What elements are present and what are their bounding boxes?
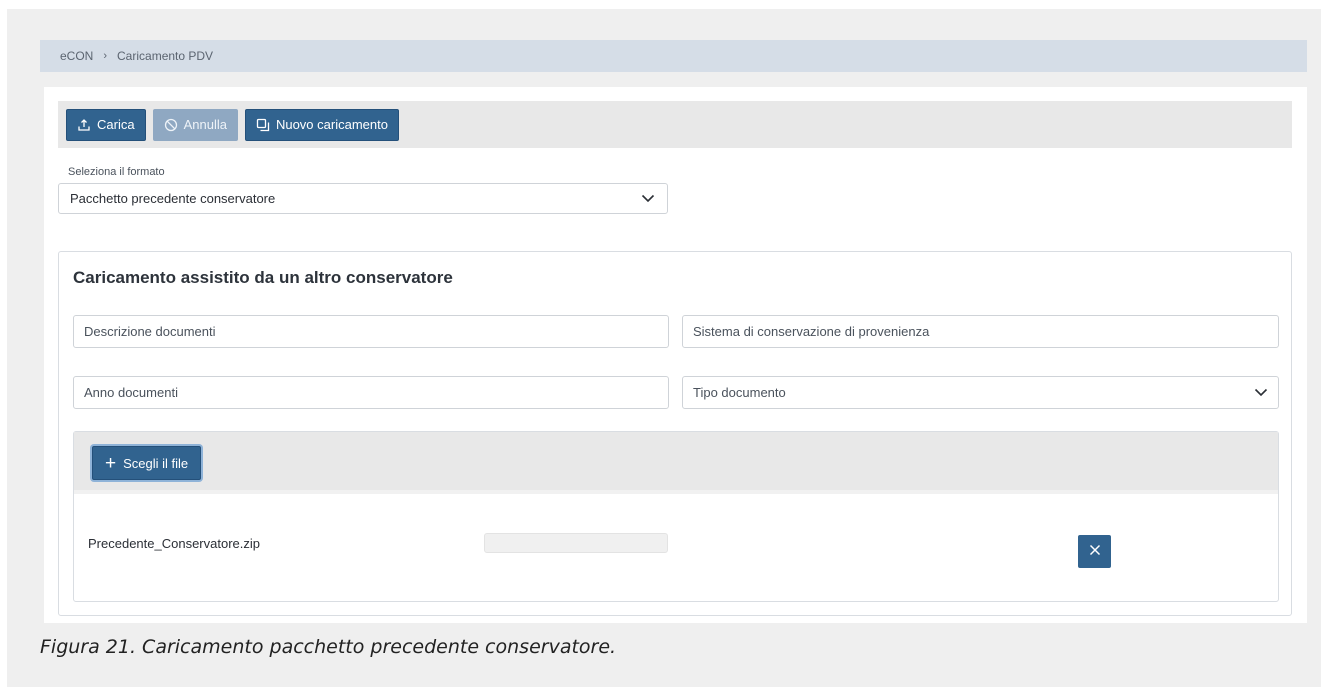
descrizione-placeholder: Descrizione documenti xyxy=(84,324,216,339)
carica-button[interactable]: Carica xyxy=(66,108,146,141)
descrizione-documenti-input[interactable]: Descrizione documenti xyxy=(73,315,669,348)
format-selected-value: Pacchetto precedente conservatore xyxy=(70,191,276,206)
carica-label: Carica xyxy=(97,117,135,132)
cancel-icon xyxy=(164,118,178,132)
file-upload-area: + Scegli il file Precedente_Conservatore… xyxy=(73,431,1279,602)
breadcrumb-current: Caricamento PDV xyxy=(117,49,214,63)
remove-file-button[interactable] xyxy=(1078,535,1111,568)
anno-placeholder: Anno documenti xyxy=(84,385,178,400)
annulla-label: Annulla xyxy=(183,117,227,132)
format-label: Seleziona il formato xyxy=(68,166,165,178)
sistema-conservazione-input[interactable]: Sistema di conservazione di provenienza xyxy=(682,315,1279,348)
chevron-down-icon xyxy=(1254,385,1268,400)
assisted-upload-card: Caricamento assistito da un altro conser… xyxy=(58,251,1292,616)
plus-icon: + xyxy=(105,452,117,474)
toolbar: Carica Annulla Nuovo caricamento xyxy=(58,101,1292,148)
file-name: Precedente_Conservatore.zip xyxy=(88,536,260,551)
upload-progress-bar xyxy=(484,533,668,553)
scegli-file-label: Scegli il file xyxy=(123,455,189,471)
chevron-down-icon xyxy=(641,191,655,206)
nuovo-caricamento-button[interactable]: Nuovo caricamento xyxy=(244,108,399,141)
card-title: Caricamento assistito da un altro conser… xyxy=(73,268,453,287)
copy-icon xyxy=(256,118,270,132)
sistema-placeholder: Sistema di conservazione di provenienza xyxy=(693,324,930,339)
annulla-button[interactable]: Annulla xyxy=(152,108,238,141)
tipo-documento-select[interactable]: Tipo documento xyxy=(682,376,1279,409)
upload-toolbar: + Scegli il file xyxy=(74,432,1278,494)
tipo-placeholder: Tipo documento xyxy=(693,385,786,400)
main-panel: Carica Annulla Nuovo caricamento Selezio… xyxy=(44,87,1307,623)
nuovo-caricamento-label: Nuovo caricamento xyxy=(275,117,388,132)
breadcrumb: eCON › Caricamento PDV xyxy=(40,40,1307,72)
breadcrumb-separator: › xyxy=(103,50,108,62)
upload-icon xyxy=(77,118,91,132)
anno-documenti-input[interactable]: Anno documenti xyxy=(73,376,669,409)
format-select[interactable]: Pacchetto precedente conservatore xyxy=(58,183,668,214)
scegli-file-button[interactable]: + Scegli il file xyxy=(92,446,202,480)
breadcrumb-root[interactable]: eCON xyxy=(60,49,93,63)
figure-caption: Figura 21. Caricamento pacchetto precede… xyxy=(40,636,617,658)
close-icon xyxy=(1089,543,1101,561)
